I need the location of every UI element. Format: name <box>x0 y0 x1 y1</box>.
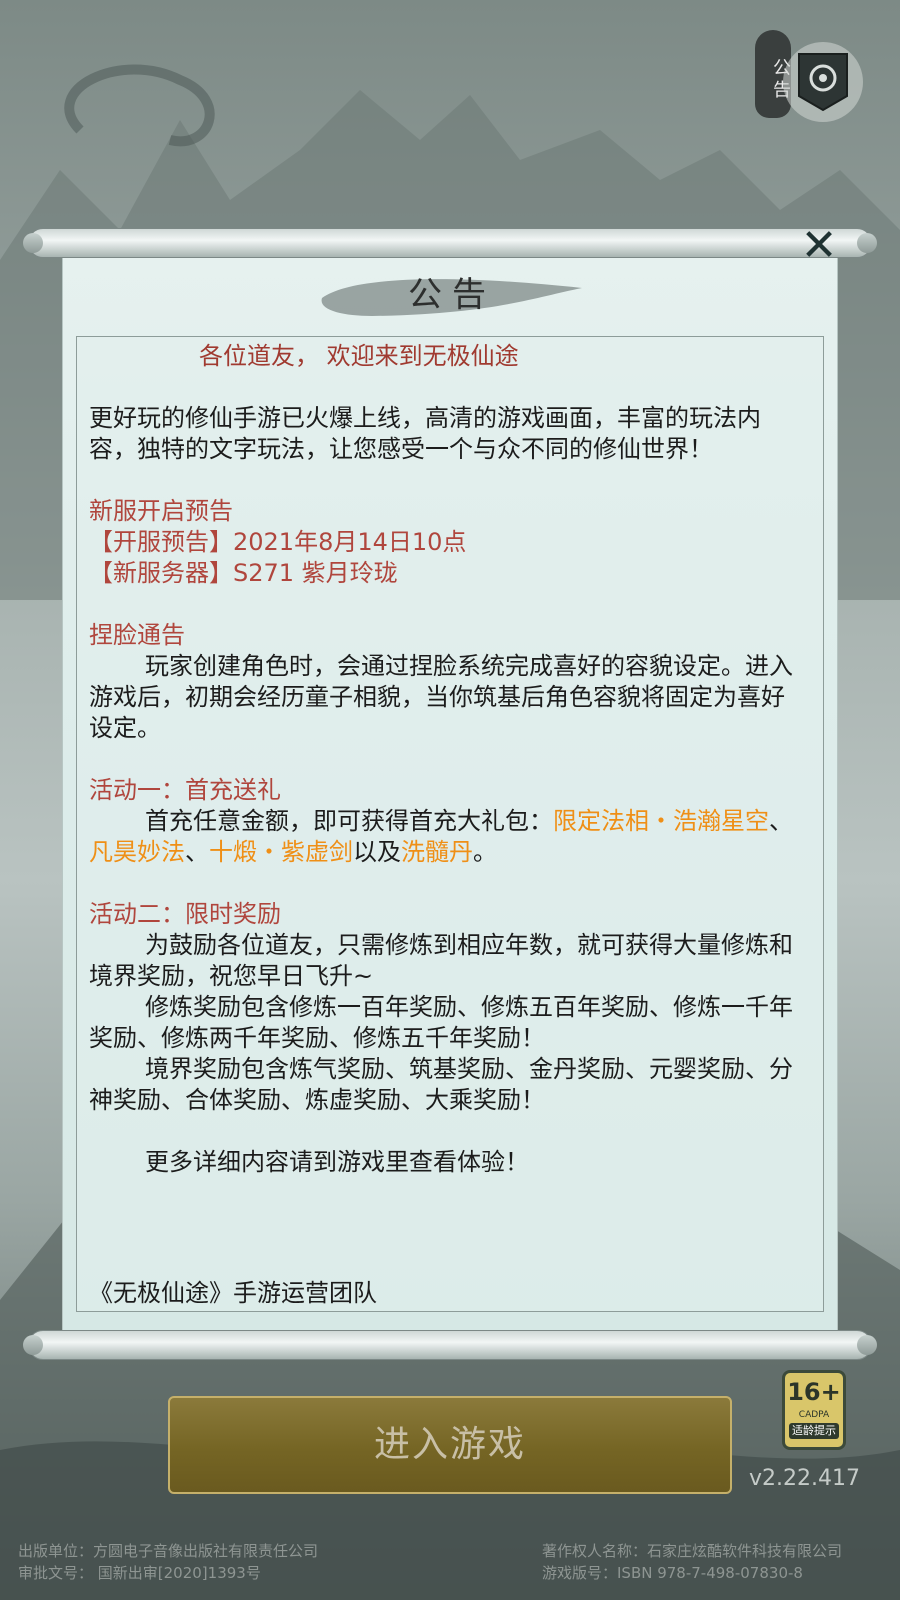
shield-icon <box>798 53 848 112</box>
signature: 《无极仙途》手游运营团队 <box>89 1279 377 1307</box>
scroll-rod-top <box>23 228 877 258</box>
event1-body: 首充任意金额，即可获得首充大礼包：限定法相・浩瀚星空、凡昊妙法、十煅・紫虚剑以及… <box>89 806 799 868</box>
event1-item3: 十煅・紫虚剑 <box>209 838 353 866</box>
face-body: 玩家创建角色时，会通过捏脸系统完成喜好的容貌设定。进入游戏后，初期会经历童子相貌… <box>89 652 793 742</box>
age-rating-badge[interactable]: 16+ CADPA 适龄提示 <box>782 1370 846 1450</box>
dialog-title: 公告 <box>408 275 496 315</box>
close-button[interactable]: ✕ <box>800 224 838 268</box>
event2-para3: 境界奖励包含炼气奖励、筑基奖励、金丹奖励、元婴奖励、分神奖励、合体奖励、炼虚奖励… <box>89 1055 793 1114</box>
separator: 、 <box>769 807 793 835</box>
event1-item4: 洗髓丹 <box>401 838 473 866</box>
notice-badge[interactable]: 公告 <box>755 30 865 130</box>
event1-item2: 凡昊妙法 <box>89 838 185 866</box>
enter-game-button[interactable]: 进入游戏 <box>168 1396 732 1494</box>
face-heading: 捏脸通告 <box>89 621 185 649</box>
event2-para1: 为鼓励各位道友，只需修炼到相应年数，就可获得大量修炼和境界奖励，祝您早日飞升~ <box>89 931 793 990</box>
event1-item1: 限定法相・浩瀚星空 <box>553 807 769 835</box>
event1-heading: 活动一：首充送礼 <box>89 776 281 804</box>
age-rating-tip: 适龄提示 <box>789 1423 839 1439</box>
more-info: 更多详细内容请到游戏里查看体验！ <box>145 1148 529 1176</box>
scroll-rod-bottom <box>23 1330 877 1360</box>
event1-mid: 以及 <box>353 838 401 866</box>
event1-end: 。 <box>473 838 497 866</box>
server-heading: 新服开启预告 <box>89 497 233 525</box>
notice-emblem <box>783 42 863 122</box>
publisher-text: 出版单位：方圆电子音像出版社有限责任公司 <box>18 1542 319 1560</box>
event2-heading: 活动二：限时奖励 <box>89 900 281 928</box>
dialog-title-banner: 公告 <box>312 268 592 322</box>
greeting-line: 各位道友， 欢迎来到无极仙途 <box>199 342 519 370</box>
footer-left: 出版单位：方圆电子音像出版社有限责任公司 审批文号： 国新出审[2020]139… <box>18 1540 318 1584</box>
version-label: v2.22.417 <box>749 1466 860 1491</box>
intro-text: 更好玩的修仙手游已火爆上线，高清的游戏画面，丰富的玩法内容，独特的文字玩法，让您… <box>89 404 761 463</box>
event1-pre: 首充任意金额，即可获得首充大礼包： <box>145 807 553 835</box>
server-time: 【开服预告】2021年8月14日10点 <box>89 528 467 556</box>
age-rating-org: CADPA <box>798 1410 830 1420</box>
close-icon: ✕ <box>800 220 838 271</box>
copyright-text: 著作权人名称：石家庄炫酷软件科技有限公司 <box>542 1542 843 1560</box>
server-name: 【新服务器】S271 紫月玲珑 <box>89 559 398 587</box>
separator: 、 <box>185 838 209 866</box>
age-rating-number: 16+ <box>787 1378 841 1406</box>
event2-para2: 修炼奖励包含修炼一百年奖励、修炼五百年奖励、修炼一千年奖励、修炼两千年奖励、修炼… <box>89 993 793 1052</box>
notice-content[interactable]: 各位道友， 欢迎来到无极仙途 更好玩的修仙手游已火爆上线，高清的游戏画面，丰富的… <box>76 336 824 1312</box>
isbn-text: 游戏版号：ISBN 978-7-498-07830-8 <box>542 1564 803 1582</box>
approval-text: 审批文号： 国新出审[2020]1393号 <box>18 1564 261 1582</box>
footer-right: 著作权人名称：石家庄炫酷软件科技有限公司 游戏版号：ISBN 978-7-498… <box>542 1540 842 1584</box>
